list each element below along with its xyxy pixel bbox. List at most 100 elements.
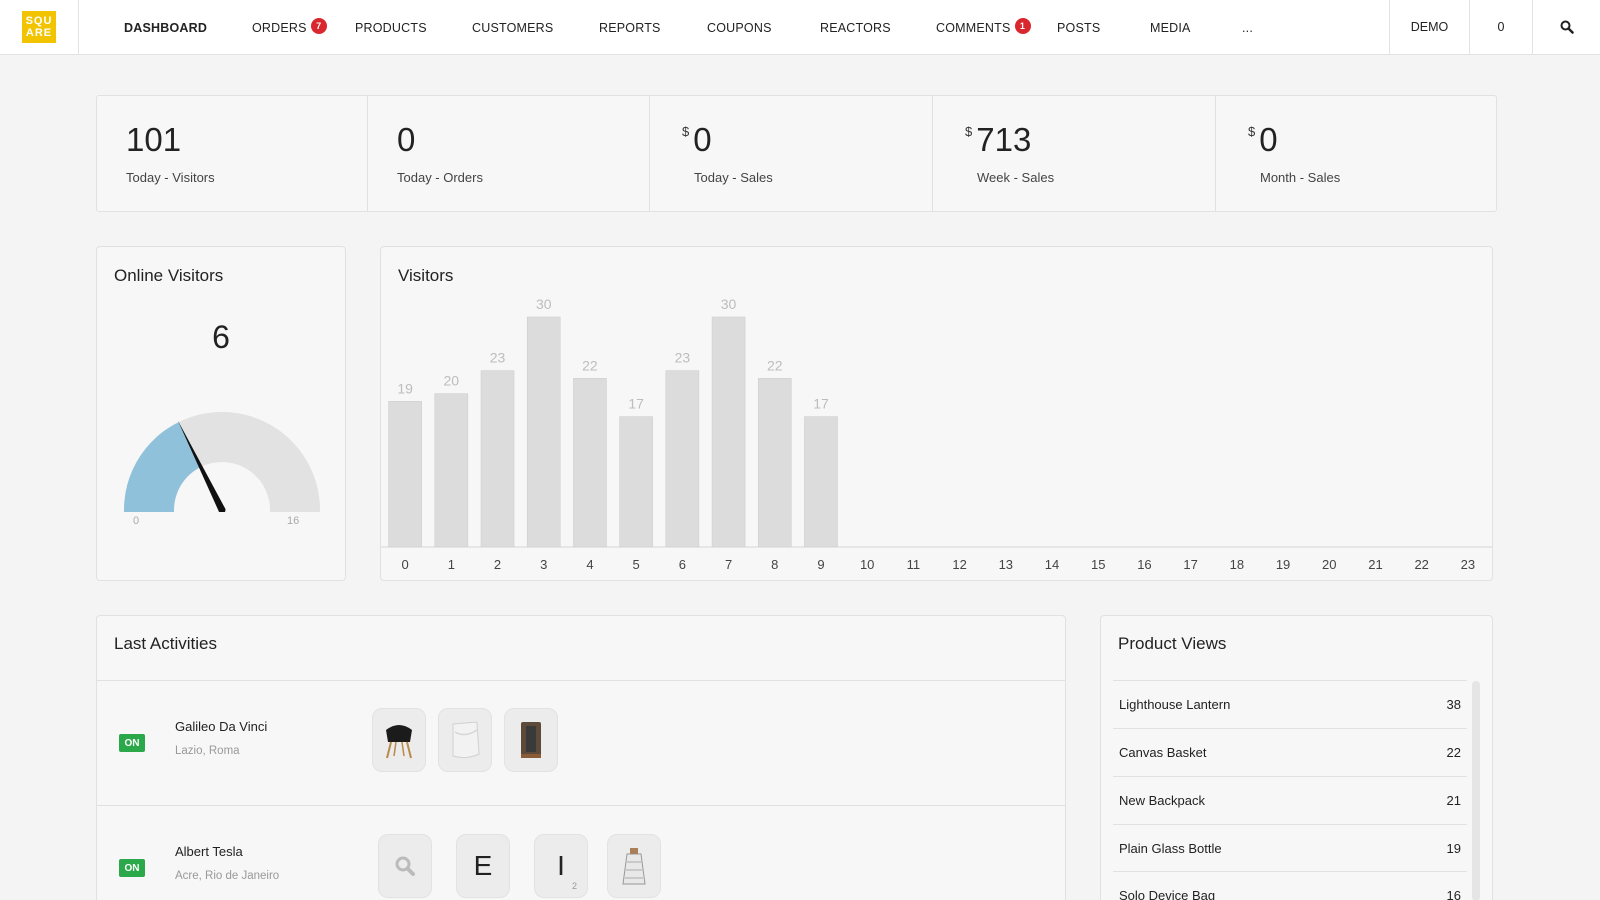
backpack-thumbnail[interactable]	[504, 708, 558, 772]
online-visitors-count: 6	[212, 319, 230, 355]
chart-bar[interactable]	[573, 378, 607, 548]
gauge-max-label: 16	[287, 515, 300, 527]
nav-label: REACTORS	[820, 20, 891, 35]
stat-month-sales: $0 Month - Sales	[1216, 96, 1496, 211]
bag-thumbnail[interactable]	[438, 708, 492, 772]
chart-tick-label: 19	[1276, 557, 1290, 572]
demo-user-menu[interactable]: DEMO	[1389, 0, 1469, 54]
chart-tick-label: 13	[999, 557, 1013, 572]
chart-tick-label: 15	[1091, 557, 1105, 572]
demo-label: DEMO	[1410, 20, 1449, 34]
chart-bar[interactable]	[526, 316, 561, 548]
nav-right: DEMO 0	[1389, 0, 1600, 54]
search-thumbnail[interactable]	[378, 834, 432, 898]
chart-bar[interactable]	[711, 316, 746, 548]
nav-item-customers[interactable]: CUSTOMERS	[472, 0, 553, 55]
nav-item-coupons[interactable]: COUPONS	[707, 0, 772, 55]
letter-e-thumbnail[interactable]: E	[456, 834, 510, 898]
stat-label: Week - Sales	[977, 170, 1055, 185]
stat-value: 0	[397, 121, 416, 158]
chart-bar[interactable]	[619, 416, 653, 548]
stat-value: 0	[1259, 121, 1278, 158]
nav-item-posts[interactable]: POSTS	[1057, 0, 1100, 55]
online-visitors-panel: Online Visitors 6 0 16	[96, 246, 346, 581]
product-views-scrollbar[interactable]	[1472, 681, 1480, 900]
nav-item-more[interactable]: ...	[1242, 0, 1253, 55]
stats-summary: 101 Today - Visitors 0 Today - Orders $0…	[96, 95, 1497, 212]
panel-title: Product Views	[1118, 634, 1227, 653]
chart-bar[interactable]	[480, 370, 515, 548]
last-activities-panel: Last Activities ON Galileo Da Vinci Lazi…	[96, 615, 1066, 900]
chart-data-label: 17	[813, 396, 829, 412]
nav-item-reports[interactable]: REPORTS	[599, 0, 661, 55]
logo[interactable]: SQU ARE	[22, 11, 56, 43]
stat-label: Today - Sales	[694, 170, 773, 185]
chart-tick-label: 11	[907, 557, 921, 572]
nav-item-reactors[interactable]: REACTORS	[820, 0, 891, 55]
product-name[interactable]: Solo Device Bag	[1119, 888, 1215, 900]
stat-value: 101	[126, 121, 182, 158]
product-view-row[interactable]: Solo Device Bag 16	[1113, 871, 1467, 900]
product-view-count: 22	[1446, 744, 1461, 760]
product-view-count: 38	[1446, 696, 1461, 712]
stat-label: Month - Sales	[1260, 170, 1341, 185]
product-name[interactable]: Canvas Basket	[1119, 745, 1206, 760]
product-view-row[interactable]: Plain Glass Bottle 19	[1113, 824, 1467, 871]
chart-tick-label: 6	[679, 557, 686, 572]
letter-i-thumbnail[interactable]: I 2	[534, 834, 588, 898]
stat-today-visitors: 101 Today - Visitors	[97, 96, 368, 211]
comments-count-badge: 1	[1014, 17, 1031, 34]
nav-item-products[interactable]: PRODUCTS	[355, 0, 427, 55]
activity-row[interactable]: ON Albert Tesla Acre, Rio de Janeiro E I…	[97, 806, 1065, 900]
nav-label: ...	[1242, 20, 1254, 35]
chart-tick-label: 5	[633, 557, 640, 572]
logo-cell[interactable]: SQU ARE	[0, 0, 79, 54]
product-name[interactable]: Lighthouse Lantern	[1119, 697, 1230, 712]
activity-user-name[interactable]: Galileo Da Vinci	[175, 719, 267, 734]
chart-data-label: 23	[675, 350, 691, 366]
chart-tick-label: 14	[1045, 557, 1059, 572]
cart-count[interactable]: 0	[1469, 0, 1532, 54]
chart-bar[interactable]	[757, 378, 792, 548]
stat-week-sales: $713 Week - Sales	[933, 96, 1216, 211]
product-view-count: 16	[1446, 887, 1461, 900]
product-name[interactable]: Plain Glass Bottle	[1119, 841, 1222, 856]
chart-tick-label: 12	[952, 557, 966, 572]
nav-label: CUSTOMERS	[472, 20, 554, 35]
chart-bar[interactable]	[804, 416, 838, 548]
product-view-row[interactable]: New Backpack 21	[1113, 776, 1467, 823]
stat-label: Today - Visitors	[126, 170, 215, 185]
chart-data-label: 22	[767, 357, 783, 373]
chart-bar[interactable]	[434, 393, 469, 548]
chart-bar[interactable]	[388, 401, 422, 548]
backpack-icon	[521, 722, 541, 758]
activity-user-name[interactable]: Albert Tesla	[175, 844, 243, 859]
chair-thumbnail[interactable]	[372, 708, 426, 772]
activity-row[interactable]: ON Galileo Da Vinci Lazio, Roma	[97, 681, 1065, 805]
product-view-row[interactable]: Canvas Basket 22	[1113, 728, 1467, 775]
nav-items: DASHBOARD ORDERS 7 PRODUCTS CUSTOMERS REP…	[79, 0, 1389, 54]
orders-count-badge: 7	[310, 17, 327, 34]
stat-label: Today - Orders	[397, 170, 483, 185]
search-icon	[395, 856, 415, 876]
product-name[interactable]: New Backpack	[1119, 793, 1205, 808]
nav-item-orders[interactable]: ORDERS 7	[252, 0, 327, 55]
product-view-row[interactable]: Lighthouse Lantern 38	[1113, 680, 1467, 727]
chart-tick-label: 8	[771, 557, 778, 572]
online-status-badge: ON	[119, 859, 145, 877]
search-button[interactable]	[1532, 0, 1600, 54]
chart-tick-label: 22	[1414, 557, 1428, 572]
nav-item-comments[interactable]: COMMENTS 1	[936, 0, 1031, 55]
chart-tick-label: 7	[725, 557, 732, 572]
activity-user-location: Lazio, Roma	[175, 745, 240, 757]
chart-data-label: 17	[628, 396, 644, 412]
nav-item-media[interactable]: MEDIA	[1150, 0, 1191, 55]
chart-bar[interactable]	[665, 370, 700, 548]
chart-data-label: 20	[444, 373, 460, 389]
chart-tick-label: 20	[1322, 557, 1336, 572]
top-nav: SQU ARE DASHBOARD ORDERS 7 PRODUCTS CUSTO…	[0, 0, 1600, 55]
nav-item-dashboard[interactable]: DASHBOARD	[124, 0, 207, 55]
chart-data-label: 30	[721, 296, 737, 312]
grater-thumbnail[interactable]	[607, 834, 661, 898]
stat-value: 0	[693, 121, 712, 158]
